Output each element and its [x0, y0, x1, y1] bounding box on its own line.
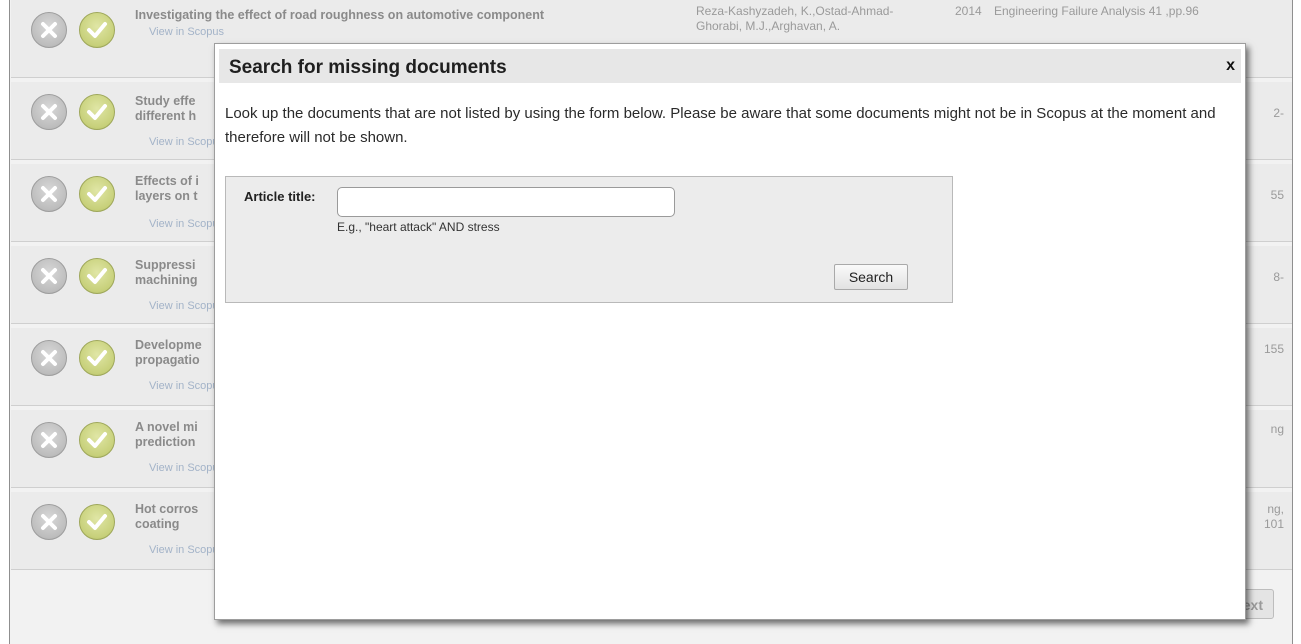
document-source: ng [1270, 422, 1284, 436]
close-icon [41, 432, 57, 448]
document-authors: Reza-Kashyzadeh, K.,Ostad-Ahmad-Ghorabi,… [696, 4, 894, 33]
check-icon [87, 186, 107, 202]
view-in-scopus-link[interactable]: View in Scopus [149, 462, 224, 474]
view-in-scopus-link[interactable]: View in Scopus [149, 380, 224, 392]
check-icon [87, 22, 107, 38]
close-icon [41, 268, 57, 284]
view-in-scopus-link[interactable]: View in Scopus [149, 544, 224, 556]
document-source: 2- [1273, 106, 1284, 120]
article-title-label: Article title: [244, 189, 316, 204]
reject-button[interactable] [31, 504, 67, 540]
article-title-input[interactable] [337, 187, 675, 217]
accept-button[interactable] [79, 422, 115, 458]
document-source: 155 [1263, 342, 1284, 356]
dialog-description: Look up the documents that are not liste… [225, 105, 1216, 146]
search-hint: E.g., "heart attack" AND stress [337, 220, 500, 234]
document-source: ng, 101 [1263, 502, 1284, 531]
document-year: 2014 [955, 4, 982, 18]
document-title: Investigating the effect of road roughne… [135, 8, 545, 22]
accept-button[interactable] [79, 504, 115, 540]
close-icon [41, 350, 57, 366]
check-icon [87, 432, 107, 448]
reject-button[interactable] [31, 176, 67, 212]
close-icon [41, 514, 57, 530]
close-icon [41, 104, 57, 120]
accept-button[interactable] [79, 340, 115, 376]
reject-button[interactable] [31, 12, 67, 48]
document-source: 8- [1273, 270, 1284, 284]
check-icon [87, 268, 107, 284]
view-in-scopus-link[interactable]: View in Scopus [149, 218, 224, 230]
reject-button[interactable] [31, 340, 67, 376]
search-missing-documents-dialog: Search for missing documents x Look up t… [214, 43, 1246, 620]
document-source: 55 [1270, 188, 1284, 202]
check-icon [87, 514, 107, 530]
view-in-scopus-link[interactable]: View in Scopus [149, 300, 224, 312]
close-icon [41, 186, 57, 202]
reject-button[interactable] [31, 94, 67, 130]
view-in-scopus-link[interactable]: View in Scopus [149, 136, 224, 148]
check-icon [87, 350, 107, 366]
reject-button[interactable] [31, 258, 67, 294]
close-button[interactable]: x [1226, 57, 1235, 75]
accept-button[interactable] [79, 94, 115, 130]
dialog-header: Search for missing documents x [219, 49, 1241, 83]
dialog-title: Search for missing documents [229, 57, 507, 78]
view-in-scopus-link[interactable]: View in Scopus [149, 26, 224, 38]
close-icon [41, 22, 57, 38]
document-source: Engineering Failure Analysis 41 ,pp.96 [994, 4, 1199, 18]
search-form: Article title: E.g., "heart attack" AND … [225, 176, 953, 303]
search-button[interactable]: Search [834, 264, 908, 290]
accept-button[interactable] [79, 12, 115, 48]
accept-button[interactable] [79, 258, 115, 294]
accept-button[interactable] [79, 176, 115, 212]
reject-button[interactable] [31, 422, 67, 458]
check-icon [87, 104, 107, 120]
